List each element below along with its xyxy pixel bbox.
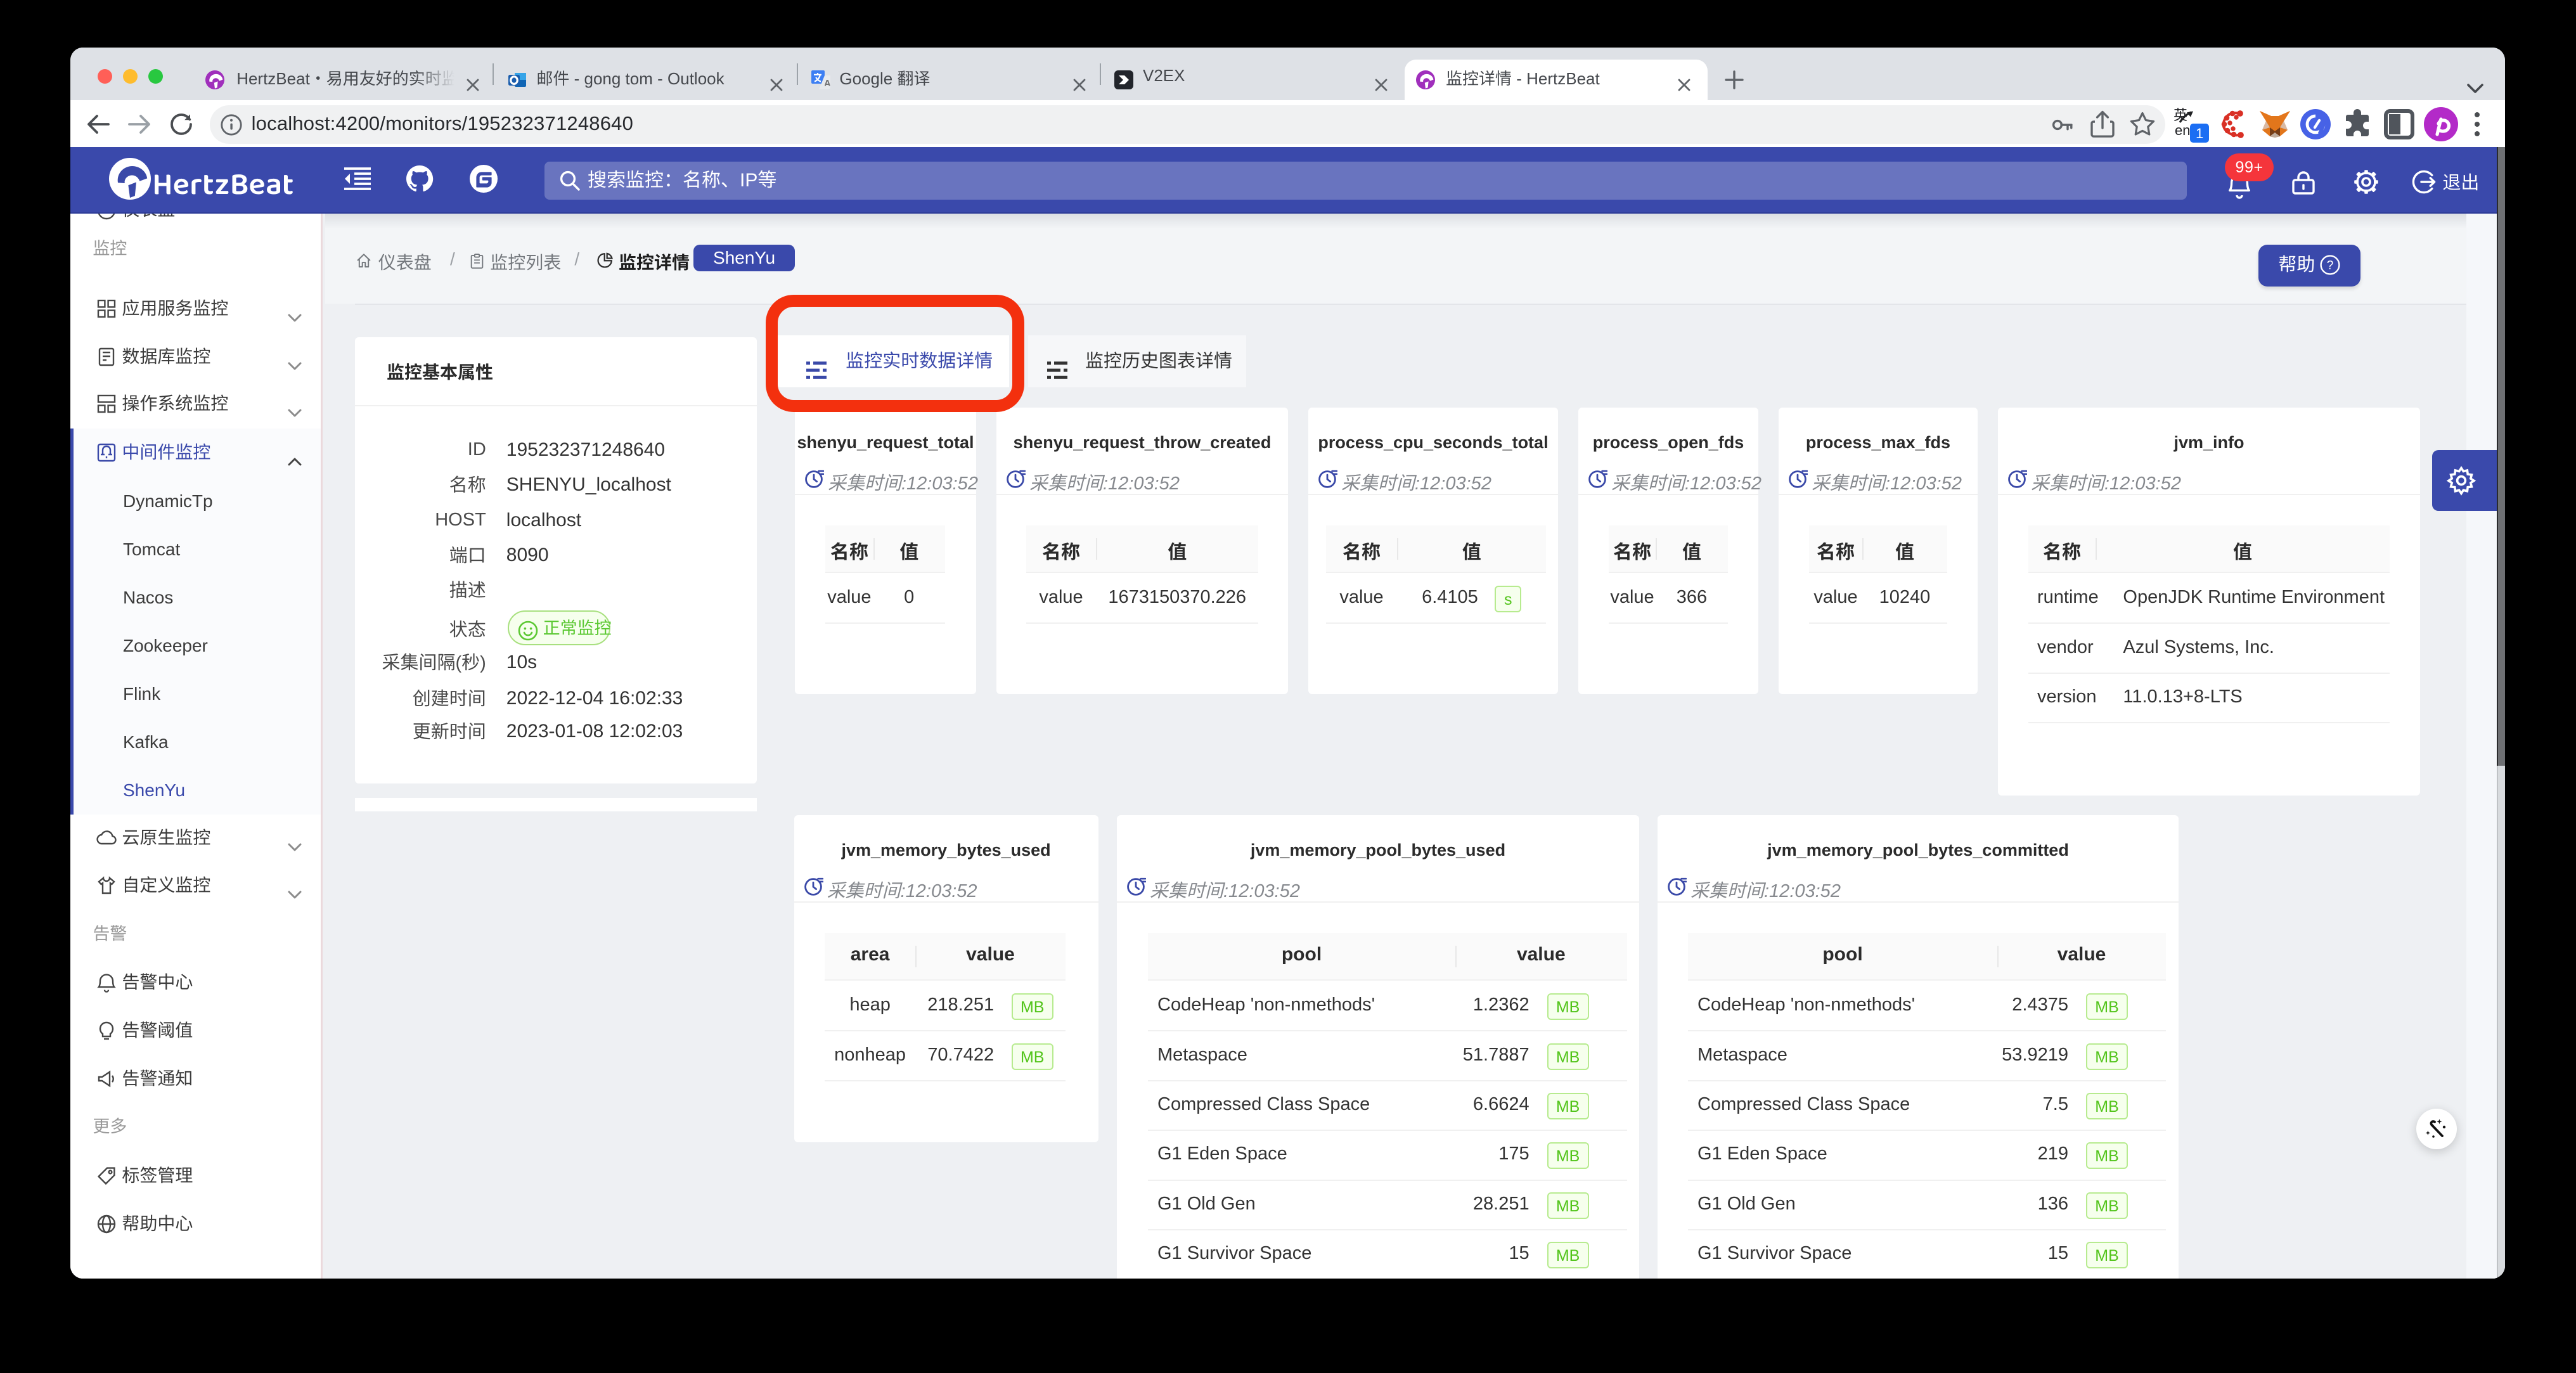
- svg-text:?: ?: [2327, 259, 2334, 273]
- svg-text:1: 1: [2196, 126, 2203, 141]
- svg-text:en: en: [2175, 122, 2190, 138]
